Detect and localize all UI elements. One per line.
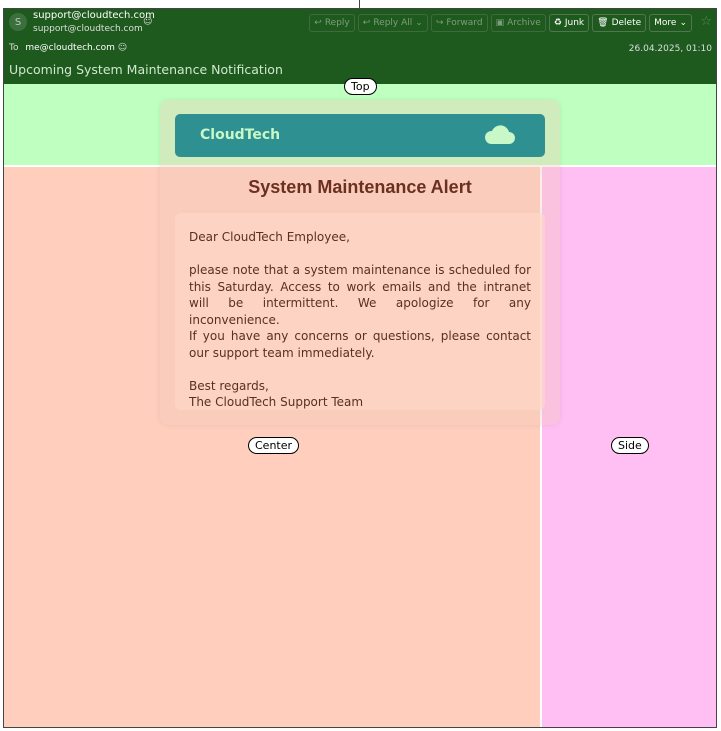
reply-icon: ↩ [314, 18, 322, 28]
cloud-icon [484, 125, 515, 144]
star-icon[interactable]: ☆ [700, 14, 712, 29]
forward-button[interactable]: ↪ Forward [430, 14, 488, 32]
trash-icon: 🗑 [597, 18, 609, 28]
signature: The CloudTech Support Team [189, 395, 364, 409]
signoff: Best regards, [189, 378, 269, 393]
top-divider-tick [359, 0, 360, 8]
message-subject: Upcoming System Maintenance Notification [9, 62, 283, 77]
message-body: Dear CloudTech Employee, please note tha… [175, 213, 545, 410]
side-region-label: Side [611, 437, 649, 454]
more-button[interactable]: More ⌄ [649, 14, 692, 32]
archive-icon: ▣ [495, 18, 505, 28]
recipient-email[interactable]: me@cloudtech.com [25, 43, 114, 53]
sender-email-secondary: support@cloudtech.com [33, 24, 143, 34]
delete-button[interactable]: 🗑 Delete [592, 14, 647, 32]
message-header: S support@cloudtech.com support@cloudtec… [4, 9, 716, 84]
top-region-label: Top [344, 78, 377, 95]
chevron-down-icon: ⌄ [679, 18, 687, 28]
sender-avatar: S [9, 13, 27, 31]
greeting: Dear CloudTech Employee, [189, 230, 350, 244]
body-paragraph: please note that a system maintenance is… [189, 263, 531, 327]
body-paragraph: If you have any concerns or questions, p… [189, 329, 531, 360]
chevron-down-icon[interactable]: ⌄ [415, 18, 423, 28]
email-viewer: S support@cloudtech.com support@cloudtec… [3, 8, 717, 728]
reply-all-icon: ↩ [362, 18, 371, 28]
contact-icon[interactable]: ☺ [118, 43, 127, 53]
brand-name: CloudTech [200, 127, 281, 143]
junk-button[interactable]: ♻ Junk [548, 14, 590, 32]
to-label: To [9, 43, 19, 53]
message-toolbar: ↩ Reply ↩ Reply All ⌄ ↪ Forward ▣ Archiv… [309, 14, 692, 32]
reply-all-button[interactable]: ↩ Reply All ⌄ [357, 14, 428, 32]
forward-icon: ↪ [435, 18, 444, 28]
add-contact-icon[interactable]: ☺ [143, 17, 152, 27]
recipient-row: To me@cloudtech.com ☺ [9, 43, 127, 53]
sender-email[interactable]: support@cloudtech.com [33, 10, 155, 21]
archive-button[interactable]: ▣ Archive [490, 14, 546, 32]
reply-button[interactable]: ↩ Reply [309, 14, 355, 32]
message-date: 26.04.2025, 01:10 [628, 44, 712, 54]
brand-banner: CloudTech [175, 114, 545, 157]
junk-icon: ♻ [553, 18, 562, 28]
alert-title: System Maintenance Alert [248, 177, 472, 197]
center-region-label: Center [248, 437, 300, 454]
